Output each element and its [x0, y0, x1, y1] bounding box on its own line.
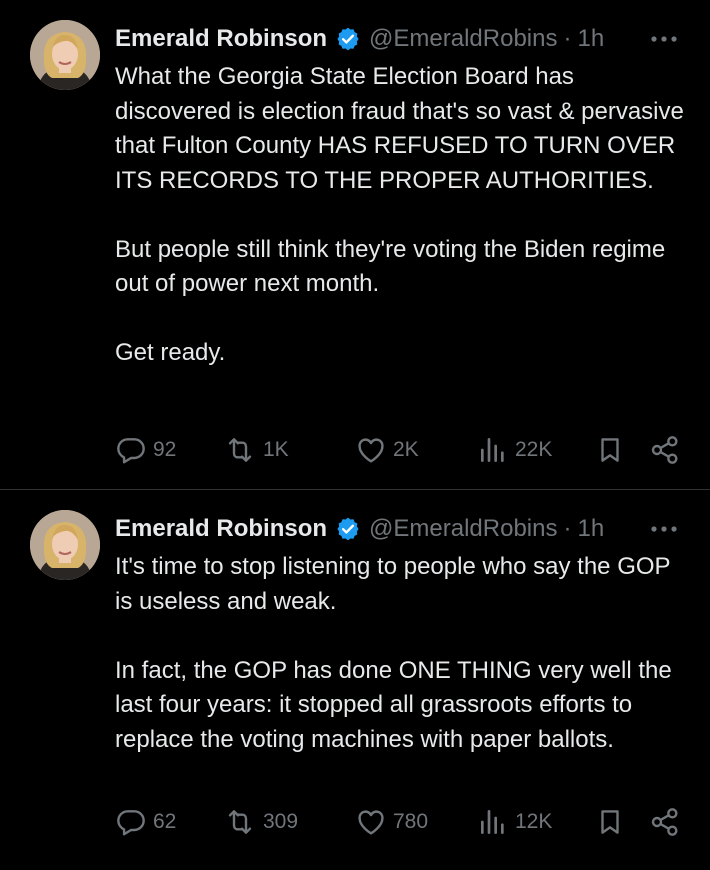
action-bar: 62 309 780 12K [115, 802, 685, 842]
tweet-text: What the Georgia State Election Board ha… [115, 60, 690, 371]
views-button[interactable]: 22K [477, 430, 552, 470]
bookmark-button[interactable] [595, 430, 625, 470]
like-button[interactable]: 2K [355, 430, 419, 470]
verified-badge-icon [335, 516, 361, 542]
share-icon [651, 808, 678, 836]
reply-icon [117, 438, 145, 464]
bookmark-icon [601, 438, 619, 462]
tweet[interactable]: Emerald Robinson @EmeraldRobins · 1h It'… [0, 490, 710, 870]
reply-count: 62 [153, 810, 177, 833]
retweet-icon [228, 438, 252, 462]
repost-button[interactable]: 309 [223, 802, 298, 842]
tweet-paragraph: In fact, the GOP has done ONE THING very… [115, 656, 672, 753]
reply-button[interactable]: 92 [115, 430, 176, 470]
separator-dot: · [563, 25, 572, 52]
retweet-icon [228, 810, 252, 834]
bookmark-icon [601, 810, 619, 834]
tweet-paragraph: What the Georgia State Election Board ha… [115, 63, 684, 194]
share-icon [651, 436, 678, 464]
tweet-header: Emerald Robinson @EmeraldRobins · 1h [115, 512, 685, 546]
reply-button[interactable]: 62 [115, 802, 176, 842]
repost-count: 309 [263, 810, 299, 833]
more-icon[interactable] [646, 514, 682, 544]
views-count: 12K [515, 810, 553, 833]
views-count: 22K [515, 438, 553, 461]
tweet-paragraph: But people still think they're voting th… [115, 235, 666, 298]
author-name[interactable]: Emerald Robinson [115, 25, 327, 53]
share-button[interactable] [649, 802, 681, 842]
tweet-text: It's time to stop listening to people wh… [115, 550, 690, 757]
author-handle[interactable]: @EmeraldRobins [369, 25, 557, 53]
reply-count: 92 [153, 438, 177, 461]
timestamp[interactable]: 1h [577, 515, 604, 543]
avatar[interactable] [30, 20, 100, 90]
tweet[interactable]: Emerald Robinson @EmeraldRobins · 1h Wha… [0, 0, 710, 489]
author-handle[interactable]: @EmeraldRobins [369, 515, 557, 543]
author-name[interactable]: Emerald Robinson [115, 515, 327, 543]
like-button[interactable]: 780 [355, 802, 428, 842]
heart-icon [358, 810, 384, 835]
repost-count: 1K [263, 438, 289, 461]
views-icon [481, 810, 504, 834]
tweet-header: Emerald Robinson @EmeraldRobins · 1h [115, 22, 685, 56]
reply-icon [117, 810, 145, 836]
like-count: 780 [393, 810, 429, 833]
share-button[interactable] [649, 430, 681, 470]
timestamp[interactable]: 1h [577, 25, 604, 53]
views-button[interactable]: 12K [477, 802, 552, 842]
action-bar: 92 1K 2K 22K [115, 430, 685, 470]
repost-button[interactable]: 1K [223, 430, 289, 470]
tweet-paragraph: It's time to stop listening to people wh… [115, 553, 671, 615]
avatar[interactable] [30, 510, 100, 580]
tweet-paragraph: Get ready. [115, 339, 226, 366]
views-icon [481, 438, 504, 462]
more-icon[interactable] [646, 24, 682, 54]
bookmark-button[interactable] [595, 802, 625, 842]
heart-icon [358, 438, 384, 463]
separator-dot: · [563, 515, 572, 542]
like-count: 2K [393, 438, 419, 461]
verified-badge-icon [335, 26, 361, 52]
